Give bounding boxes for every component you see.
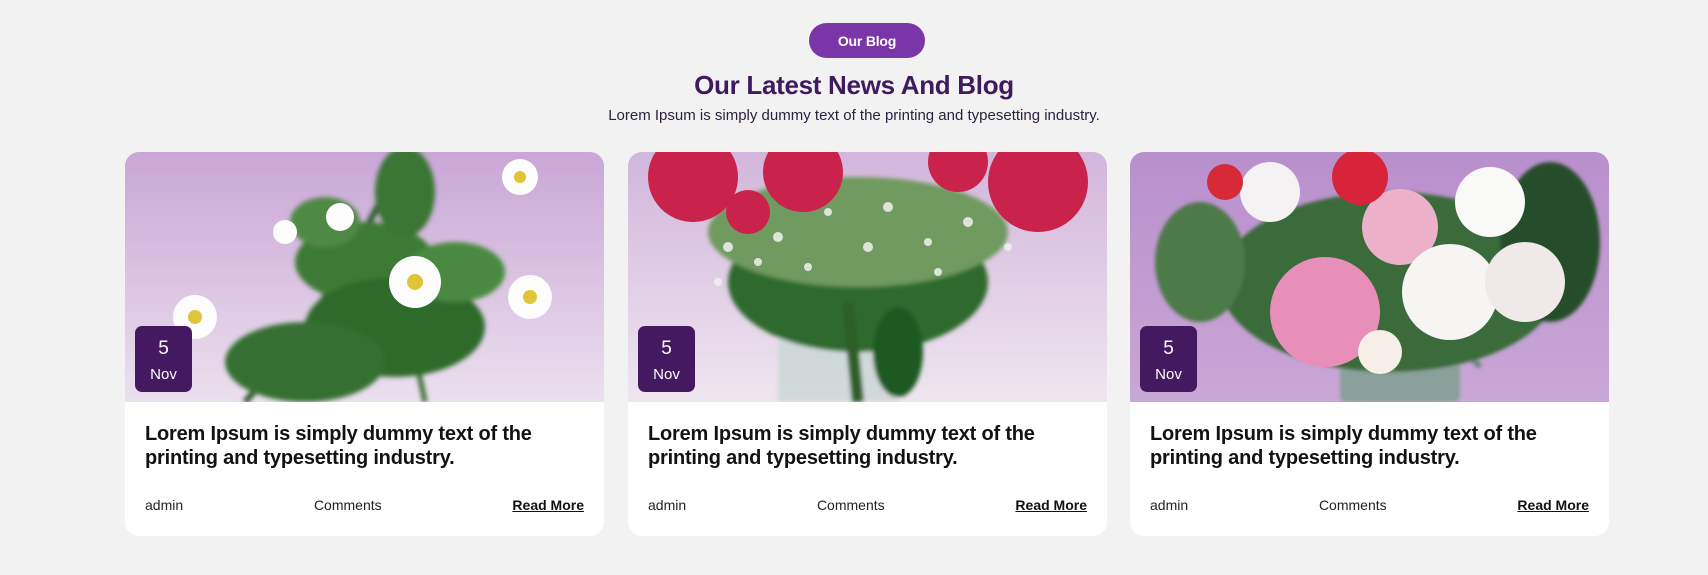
author-label: admin [648,497,687,513]
our-blog-badge[interactable]: Our Blog [809,23,925,58]
date-badge: 5 Nov [1140,326,1197,392]
blog-section: Our Blog Our Latest News And Blog Lorem … [0,0,1708,575]
date-month: Nov [653,366,680,383]
read-more-link[interactable]: Read More [1015,497,1087,513]
date-month: Nov [150,366,177,383]
date-day: 5 [1163,338,1174,359]
comments-label[interactable]: Comments [817,497,885,513]
blog-card[interactable]: 5 Nov Lorem Ipsum is simply dummy text o… [125,152,604,536]
blog-card-image[interactable]: 5 Nov [1130,152,1609,402]
date-badge: 5 Nov [638,326,695,392]
author-label: admin [1150,497,1189,513]
blog-card-image[interactable]: 5 Nov [125,152,604,402]
peony-bouquet-image [1130,152,1609,402]
blog-card-image[interactable]: 5 Nov [628,152,1107,402]
blog-card-meta: admin Comments Read More [648,497,1087,513]
blog-card-title[interactable]: Lorem Ipsum is simply dummy text of the … [145,422,590,470]
blog-card-title[interactable]: Lorem Ipsum is simply dummy text of the … [1150,422,1595,470]
blog-card[interactable]: 5 Nov Lorem Ipsum is simply dummy text o… [1130,152,1609,536]
read-more-link[interactable]: Read More [512,497,584,513]
author-label: admin [145,497,184,513]
white-anemone-image [125,152,604,402]
date-day: 5 [661,338,672,359]
comments-label[interactable]: Comments [314,497,382,513]
blog-card-title[interactable]: Lorem Ipsum is simply dummy text of the … [648,422,1093,470]
date-month: Nov [1155,366,1182,383]
section-title: Our Latest News And Blog [694,70,1014,100]
read-more-link[interactable]: Read More [1517,497,1589,513]
comments-label[interactable]: Comments [1319,497,1387,513]
date-badge: 5 Nov [135,326,192,392]
section-subtitle: Lorem Ipsum is simply dummy text of the … [608,107,1100,124]
blog-card-meta: admin Comments Read More [1150,497,1589,513]
blog-card[interactable]: 5 Nov Lorem Ipsum is simply dummy text o… [628,152,1107,536]
date-day: 5 [158,338,169,359]
red-roses-vase-image [628,152,1107,402]
blog-card-meta: admin Comments Read More [145,497,584,513]
